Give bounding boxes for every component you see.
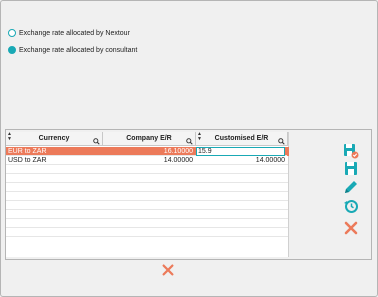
- radio-consultant[interactable]: [8, 46, 16, 54]
- table-row-empty: [6, 174, 288, 183]
- column-header-label: Currency: [38, 135, 70, 142]
- table-row-empty: [6, 192, 288, 201]
- table-row-empty: [6, 201, 288, 210]
- cell-company-er: 14.00000: [163, 157, 193, 164]
- column-header-currency[interactable]: ▲ ▼ Currency: [6, 132, 103, 146]
- save-check-icon[interactable]: [343, 143, 359, 159]
- cell-company-er: 16.10000: [163, 148, 193, 155]
- search-icon[interactable]: [278, 138, 285, 145]
- cell-currency: EUR to ZAR: [8, 148, 47, 155]
- row-edit-marker: [287, 147, 289, 156]
- option-consultant-label: Exchange rate allocated by consultant: [19, 46, 138, 54]
- option-consultant[interactable]: Exchange rate allocated by consultant: [8, 46, 137, 54]
- history-clock-icon[interactable]: [343, 198, 359, 214]
- cell-currency: USD to ZAR: [8, 157, 47, 164]
- column-header-customised-er[interactable]: ▲ ▼ Customised E/R: [196, 132, 288, 146]
- cell-customised-er: 14.00000: [255, 157, 285, 164]
- table-row-empty: [6, 183, 288, 192]
- table-row-empty: [6, 210, 288, 219]
- close-icon[interactable]: [161, 263, 175, 277]
- table-row-empty: [6, 165, 288, 174]
- option-nextour[interactable]: Exchange rate allocated by Nextour: [8, 29, 130, 37]
- column-header-label: Company E/R: [126, 135, 172, 142]
- cancel-x-icon[interactable]: [343, 220, 359, 236]
- save-icon[interactable]: [343, 161, 359, 177]
- customised-er-input[interactable]: 15.9: [196, 147, 285, 156]
- option-nextour-label: Exchange rate allocated by Nextour: [19, 29, 130, 37]
- table-row-empty: [6, 228, 288, 237]
- column-header-label: Customised E/R: [214, 135, 269, 142]
- table-row-empty: [6, 219, 288, 228]
- edit-pencil-icon[interactable]: [343, 179, 359, 195]
- search-icon[interactable]: [93, 138, 100, 145]
- table-row[interactable]: USD to ZAR 14.00000 14.00000: [6, 156, 288, 165]
- radio-nextour[interactable]: [8, 29, 16, 37]
- column-header-company-er[interactable]: Company E/R: [103, 132, 196, 146]
- search-icon[interactable]: [186, 138, 193, 145]
